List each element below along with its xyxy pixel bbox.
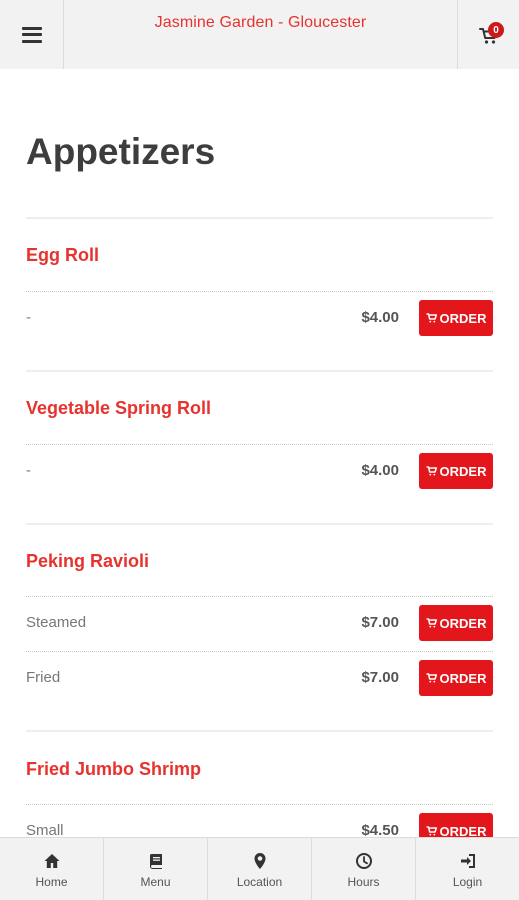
section-title: Fried Jumbo Shrimp: [26, 759, 202, 779]
menu-item-row: - $4.00 ORDER: [26, 300, 493, 336]
section-title: Vegetable Spring Roll: [26, 398, 212, 418]
clock-icon: [355, 853, 372, 869]
item-price: $7.00: [361, 669, 399, 686]
divider: [26, 291, 493, 292]
item-option-label: Fried: [26, 669, 61, 686]
section-title: Egg Roll: [26, 245, 99, 265]
nav-label: Login: [452, 875, 483, 889]
cart-plus-icon: [426, 618, 437, 628]
divider: [26, 730, 493, 732]
order-button[interactable]: ORDER: [419, 813, 493, 837]
divider: [26, 651, 493, 652]
nav-label: Menu: [140, 875, 171, 889]
section-title: Peking Ravioli: [26, 551, 150, 571]
order-button[interactable]: ORDER: [419, 660, 493, 696]
divider: [26, 804, 493, 805]
divider: [26, 444, 493, 445]
bottom-nav: Home Menu Location Hours Login: [0, 837, 519, 900]
item-option-label: Small: [26, 822, 64, 837]
item-option-label: Steamed: [26, 614, 87, 631]
sign-in-icon: [460, 854, 475, 868]
menu-item-row: Small $4.50 ORDER: [26, 813, 493, 837]
divider: [26, 596, 493, 597]
divider: [26, 523, 493, 525]
order-button-label: ORDER: [439, 823, 487, 838]
menu-button[interactable]: [0, 0, 64, 69]
menu-content[interactable]: Appetizers Egg Roll - $4.00 ORDER Vegeta…: [0, 69, 519, 837]
book-icon: [149, 854, 162, 869]
item-price: $7.00: [361, 614, 399, 631]
menu-item-row: Fried $7.00 ORDER: [26, 660, 493, 696]
cart-count-badge: 0: [488, 22, 504, 38]
order-button[interactable]: ORDER: [419, 453, 493, 489]
nav-label: Hours: [347, 875, 380, 889]
divider: [26, 217, 493, 219]
hamburger-icon: [21, 26, 42, 43]
nav-menu[interactable]: Menu: [104, 838, 208, 900]
restaurant-title: Jasmine Garden - Gloucester: [154, 14, 367, 31]
cart-button[interactable]: 0: [457, 0, 519, 69]
item-price: $4.00: [361, 309, 399, 326]
nav-location[interactable]: Location: [208, 838, 312, 900]
nav-label: Home: [35, 875, 68, 889]
nav-login[interactable]: Login: [416, 838, 519, 900]
order-button-label: ORDER: [439, 670, 487, 686]
item-option-label: -: [26, 462, 31, 479]
item-price: $4.50: [361, 822, 399, 837]
nav-hours[interactable]: Hours: [312, 838, 416, 900]
item-option-label: -: [26, 309, 31, 326]
menu-item-row: Steamed $7.00 ORDER: [26, 605, 493, 641]
page-title: Appetizers: [26, 131, 216, 172]
order-button-label: ORDER: [439, 310, 487, 326]
nav-label: Location: [236, 875, 283, 889]
cart-plus-icon: [426, 313, 437, 323]
divider: [26, 370, 493, 372]
order-button-label: ORDER: [439, 463, 487, 479]
home-icon: [44, 854, 59, 868]
item-price: $4.00: [361, 462, 399, 479]
nav-home[interactable]: Home: [0, 838, 104, 900]
order-button-label: ORDER: [439, 615, 487, 631]
cart-plus-icon: [426, 673, 437, 683]
top-bar: Jasmine Garden - Gloucester 0: [0, 0, 519, 69]
menu-item-row: - $4.00 ORDER: [26, 453, 493, 489]
cart-plus-icon: [426, 826, 437, 836]
map-pin-icon: [254, 853, 265, 869]
cart-plus-icon: [426, 466, 437, 476]
order-button[interactable]: ORDER: [419, 605, 493, 641]
order-button[interactable]: ORDER: [419, 300, 493, 336]
